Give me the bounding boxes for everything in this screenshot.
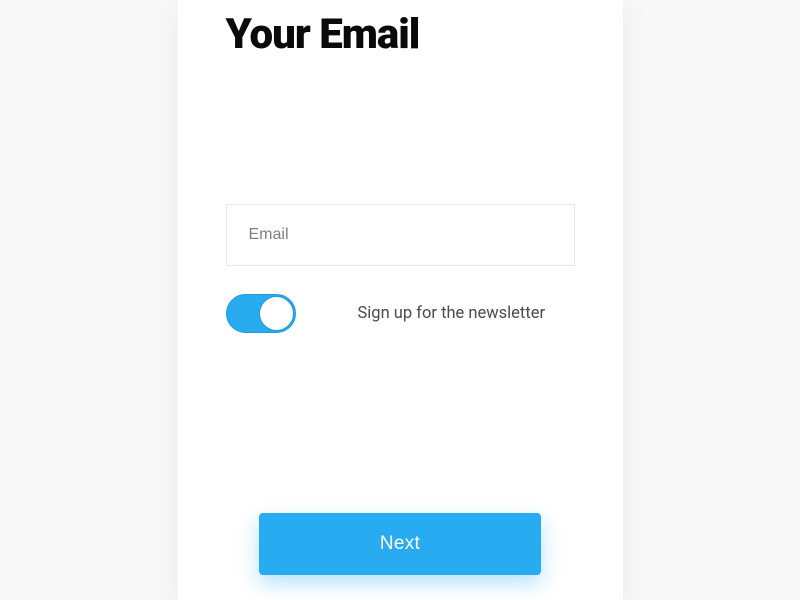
newsletter-row: Sign up for the newsletter (226, 294, 575, 333)
email-field-container (226, 204, 575, 266)
newsletter-toggle[interactable] (226, 294, 296, 333)
next-button[interactable]: Next (259, 513, 541, 575)
toggle-knob (259, 296, 294, 331)
email-input[interactable] (249, 226, 552, 244)
page-title: Your Email (226, 10, 575, 59)
form-card: Your Email Sign up for the newsletter Ne… (178, 0, 623, 600)
newsletter-label: Sign up for the newsletter (358, 304, 546, 323)
